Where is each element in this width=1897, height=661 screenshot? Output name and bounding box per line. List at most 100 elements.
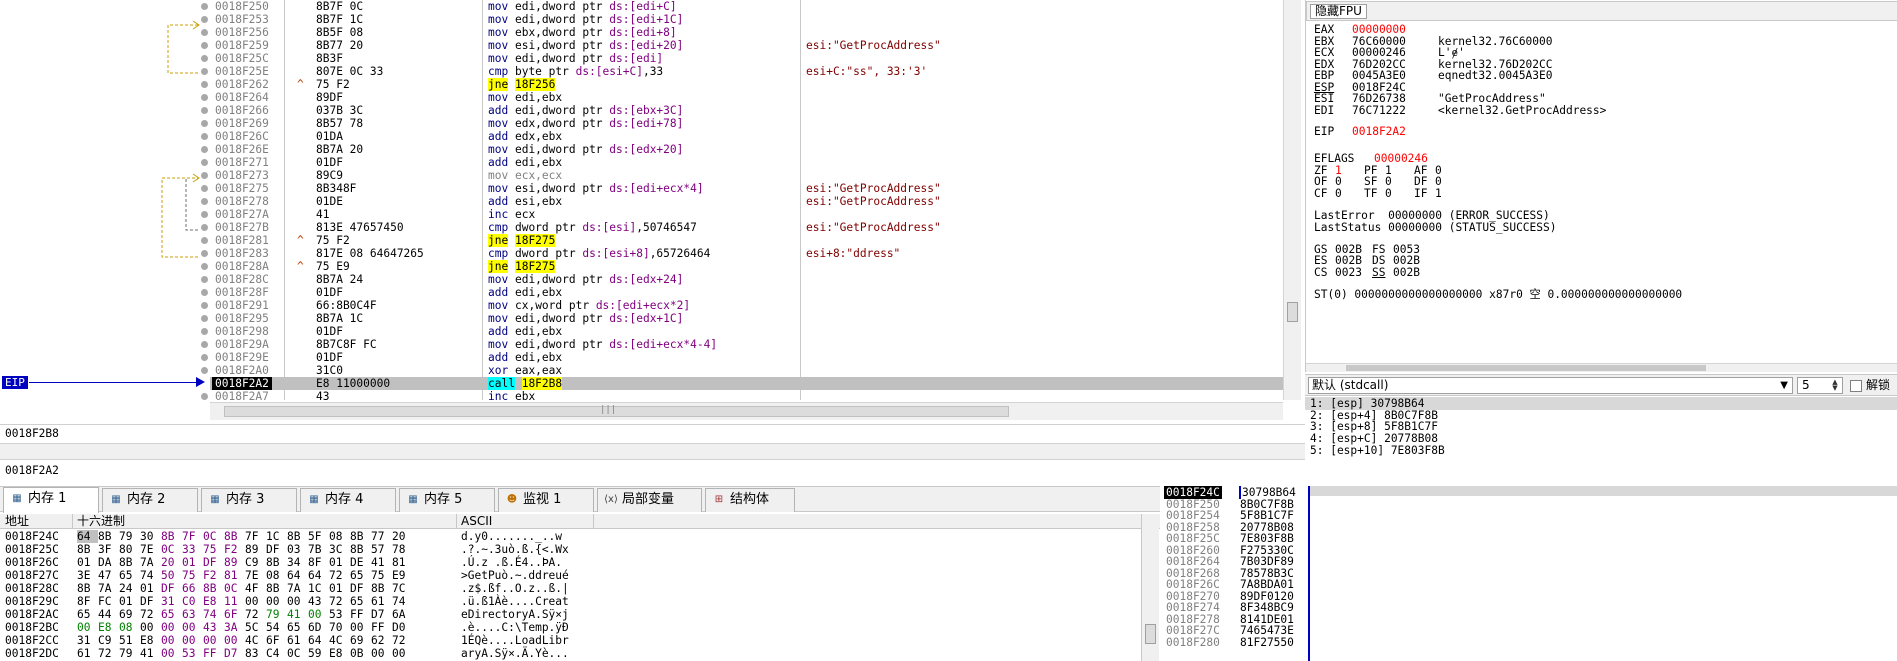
hex-byte[interactable]: 1C xyxy=(308,582,329,595)
breakpoint-marker[interactable] xyxy=(201,367,208,374)
disassembly-panel[interactable]: EIP 0018F250 8B7F 0C mov edi,dword ptr ds:… xyxy=(0,0,1305,423)
hex-byte[interactable]: 8B xyxy=(350,530,371,543)
hex-byte[interactable]: DE xyxy=(350,556,371,569)
hex-byte[interactable]: 72 xyxy=(245,608,266,621)
stack-panel[interactable]: 0018F24C 30798B64 0018F250 8B0C7F8B 0018F254… xyxy=(1162,486,1897,661)
hex-byte[interactable]: 00 xyxy=(308,608,329,621)
breakpoint-marker[interactable] xyxy=(201,146,208,153)
stack-rows[interactable]: 0018F24C 30798B64 0018F250 8B0C7F8B 0018F254… xyxy=(1162,486,1897,661)
hex-byte[interactable]: 75 xyxy=(371,569,392,582)
hex-byte[interactable]: 79 xyxy=(119,530,140,543)
hex-byte[interactable]: 70 xyxy=(329,621,350,634)
hex-byte[interactable]: 34 xyxy=(287,556,308,569)
breakpoint-marker[interactable] xyxy=(201,224,208,231)
hex-byte[interactable]: 00 xyxy=(161,621,182,634)
hex-byte[interactable]: C9 xyxy=(98,634,119,647)
breakpoint-marker[interactable] xyxy=(201,393,208,400)
breakpoint-marker[interactable] xyxy=(201,29,208,36)
hex-byte[interactable]: C9 xyxy=(245,556,266,569)
disassembly-row[interactable]: 0018F26C 01DA add edx,ebx xyxy=(210,130,1283,143)
hex-byte[interactable]: 63 xyxy=(182,608,203,621)
hex-byte[interactable]: 31 xyxy=(161,595,182,608)
registers-panel[interactable]: 隐藏FPU EAX 00000000 EBX 76C60000 kernel32.76C… xyxy=(1305,0,1897,372)
hex-byte[interactable]: 78 xyxy=(392,543,413,556)
scrollbar-thumb[interactable]: ||| xyxy=(224,405,1009,417)
disassembly-row[interactable]: 0018F298 01DF add edi,ebx xyxy=(210,325,1283,338)
disassembly-row[interactable]: 0018F256 8B5F 08 mov ebx,dword ptr ds:[edi… xyxy=(210,26,1283,39)
breakpoint-marker[interactable] xyxy=(201,198,208,205)
breakpoint-marker[interactable] xyxy=(201,81,208,88)
argument-count-stepper[interactable]: 5 ▲ ▼ xyxy=(1797,377,1843,394)
dump-row[interactable]: 0018F29C 8F FC 01 DF 31 C0 E8 11 00 00 00 43 72 65 61 74… xyxy=(0,595,1140,608)
hex-byte[interactable]: 51 xyxy=(119,634,140,647)
hex-byte[interactable]: 8B xyxy=(161,530,182,543)
hex-byte[interactable]: 4C xyxy=(329,634,350,647)
dump-hex-bytes[interactable]: 64 8B 79 30 8B 7F 0C 8B 7F 1C 8B 5F 08 8B 77 20 xyxy=(77,530,413,543)
hex-byte[interactable]: 01 xyxy=(77,556,98,569)
hex-byte[interactable]: 7C xyxy=(392,582,413,595)
dump-row[interactable]: 0018F2CC 31 C9 51 E8 00 00 00 00 4C 6F 61 64 4C 69 62 72… xyxy=(0,634,1140,647)
hex-byte[interactable]: 00 xyxy=(224,634,245,647)
disassembly-row[interactable]: 0018F2A0 31C0 xor eax,eax xyxy=(210,364,1283,377)
call-convention-select[interactable]: 默认 (stdcall) ▼ xyxy=(1308,377,1793,394)
hex-byte[interactable]: 53 xyxy=(329,608,350,621)
disassembly-row[interactable]: 0018F27B 813E 47657450 cmp dword ptr ds:[e… xyxy=(210,221,1283,234)
hex-byte[interactable]: F2 xyxy=(224,543,245,556)
hex-byte[interactable]: 33 xyxy=(182,543,203,556)
hex-byte[interactable]: 7A xyxy=(287,582,308,595)
breakpoint-marker[interactable] xyxy=(201,263,208,270)
hex-byte[interactable]: F2 xyxy=(203,569,224,582)
hex-byte[interactable]: DF xyxy=(203,556,224,569)
hex-byte[interactable]: 08 xyxy=(119,621,140,634)
dump-row[interactable]: 0018F27C 3E 47 65 74 50 75 F2 81 7E 08 64 64 72 65 75 E9… xyxy=(0,569,1140,582)
disassembly-row[interactable]: 0018F273 89C9 mov ecx,ecx xyxy=(210,169,1283,182)
hex-byte[interactable]: 89 xyxy=(245,543,266,556)
disassembly-row[interactable]: 0018F28C 8B7A 24 mov edi,dword ptr ds:[edx… xyxy=(210,273,1283,286)
dump-hex-bytes[interactable]: 8B 3F 80 7E 0C 33 75 F2 89 DF 03 7B 3C 8B 57 78 xyxy=(77,543,413,556)
register-line[interactable]: EIP 0018F2A2 xyxy=(1314,125,1614,138)
hex-byte[interactable]: 8B xyxy=(266,582,287,595)
breakpoint-marker[interactable] xyxy=(201,133,208,140)
hex-byte[interactable]: E8 xyxy=(140,634,161,647)
hex-byte[interactable]: 79 xyxy=(119,647,140,660)
breakpoint-marker[interactable] xyxy=(201,237,208,244)
hex-byte[interactable]: FF xyxy=(203,647,224,660)
disassembly-vertical-scrollbar[interactable] xyxy=(1283,0,1301,400)
column-header-ascii[interactable]: ASCII xyxy=(461,514,492,529)
disassembly-row[interactable]: 0018F2A7 43 inc ebx xyxy=(210,390,1283,400)
scrollbar-thumb[interactable] xyxy=(1145,624,1156,644)
segment-value[interactable]: 002B xyxy=(1393,266,1420,279)
hide-fpu-button[interactable]: 隐藏FPU xyxy=(1310,4,1367,19)
hex-byte[interactable]: 00 xyxy=(161,634,182,647)
breakpoint-marker[interactable] xyxy=(201,120,208,127)
hex-byte[interactable]: 89 xyxy=(224,556,245,569)
disassembly-row[interactable]: 0018F266 037B 3C add edi,dword ptr ds:[ebx… xyxy=(210,104,1283,117)
hex-byte[interactable]: 8B xyxy=(266,556,287,569)
hex-byte[interactable]: 00 xyxy=(392,647,413,660)
disassembly-row[interactable]: 0018F291 66:8B0C4F mov cx,word ptr ds:[edi… xyxy=(210,299,1283,312)
register-value[interactable]: 0018F2A2 xyxy=(1352,125,1406,138)
hex-byte[interactable]: 1C xyxy=(266,530,287,543)
hex-byte[interactable]: 00 xyxy=(266,595,287,608)
hex-byte[interactable]: 83 xyxy=(245,647,266,660)
hex-byte[interactable]: D7 xyxy=(371,608,392,621)
hex-byte[interactable]: 00 xyxy=(182,621,203,634)
hex-byte[interactable]: E8 xyxy=(203,595,224,608)
hex-byte[interactable]: 0C xyxy=(224,582,245,595)
hex-byte[interactable]: 72 xyxy=(329,595,350,608)
hex-byte[interactable]: 0C xyxy=(287,647,308,660)
dump-hex-bytes[interactable]: 61 72 79 41 00 53 FF D7 83 C4 0C 59 E8 0B 00 00 xyxy=(77,647,413,660)
register-value[interactable]: 76C71222 xyxy=(1352,104,1406,117)
hex-byte[interactable]: E8 xyxy=(98,621,119,634)
hex-byte[interactable]: 0B xyxy=(350,647,371,660)
hex-byte[interactable]: 72 xyxy=(140,608,161,621)
hex-byte[interactable]: DA xyxy=(98,556,119,569)
hex-byte[interactable]: 01 xyxy=(329,582,350,595)
hex-byte[interactable]: DF xyxy=(140,595,161,608)
hex-byte[interactable]: 64 xyxy=(308,634,329,647)
hex-byte[interactable]: 01 xyxy=(119,595,140,608)
breakpoint-marker[interactable] xyxy=(201,107,208,114)
breakpoint-marker[interactable] xyxy=(201,328,208,335)
dump-row[interactable]: 0018F2DC 61 72 79 41 00 53 FF D7 83 C4 0C 59 E8 0B 00 00… xyxy=(0,647,1140,660)
dump-row[interactable]: 0018F2AC 65 44 69 72 65 63 74 6F 72 79 41 00 53 FF D7 6A… xyxy=(0,608,1140,621)
